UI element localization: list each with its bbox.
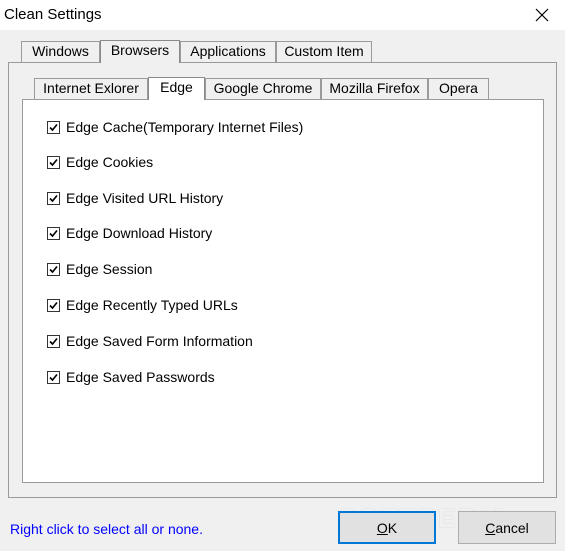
option-edge-recently-typed-urls[interactable]: Edge Recently Typed URLs xyxy=(47,296,238,314)
option-edge-saved-passwords[interactable]: Edge Saved Passwords xyxy=(47,368,215,386)
option-label: Edge Session xyxy=(66,261,153,277)
checkmark-icon xyxy=(49,194,58,202)
close-icon xyxy=(535,8,549,22)
checkbox[interactable] xyxy=(47,191,60,205)
option-edge-cache[interactable]: Edge Cache(Temporary Internet Files) xyxy=(47,118,303,136)
status-hint: Right click to select all or none. xyxy=(10,521,203,537)
option-label: Edge Cache(Temporary Internet Files) xyxy=(66,119,304,135)
title-bar: Clean Settings xyxy=(0,0,565,30)
tab-custom-item[interactable]: Custom Item xyxy=(276,41,372,62)
checkmark-icon xyxy=(49,265,58,273)
option-label: Edge Download History xyxy=(66,225,213,241)
option-edge-visited-url-history[interactable]: Edge Visited URL History xyxy=(47,189,223,207)
tab-opera[interactable]: Opera xyxy=(428,78,489,99)
option-label: Edge Saved Form Information xyxy=(66,333,253,349)
checkbox[interactable] xyxy=(47,262,60,276)
tab-mozilla-firefox[interactable]: Mozilla Firefox xyxy=(321,78,428,99)
window-title: Clean Settings xyxy=(4,6,102,23)
cancel-mnemonic: C xyxy=(485,519,496,536)
checkbox[interactable] xyxy=(47,298,60,312)
cancel-button[interactable]: Cancel xyxy=(458,511,556,544)
tab-windows[interactable]: Windows xyxy=(21,41,100,62)
checkmark-icon xyxy=(49,229,58,237)
option-label: Edge Visited URL History xyxy=(66,190,224,206)
ok-button[interactable]: OK xyxy=(338,511,436,544)
option-label: Edge Recently Typed URLs xyxy=(66,297,238,313)
checkmark-icon xyxy=(49,337,58,345)
ok-mnemonic: O xyxy=(376,519,388,536)
option-edge-session[interactable]: Edge Session xyxy=(47,260,152,278)
option-edge-cookies[interactable]: Edge Cookies xyxy=(47,153,153,171)
checkmark-icon xyxy=(49,123,58,131)
cancel-label-rest: ancel xyxy=(495,519,529,536)
tab-internet-explorer[interactable]: Internet Exlorer xyxy=(34,78,148,99)
tab-edge[interactable]: Edge xyxy=(148,77,205,100)
checkmark-icon xyxy=(49,301,58,309)
tab-applications[interactable]: Applications xyxy=(180,41,276,62)
checkbox[interactable] xyxy=(47,334,60,348)
checkbox[interactable] xyxy=(47,120,60,134)
checkbox[interactable] xyxy=(47,226,60,240)
checkbox[interactable] xyxy=(47,155,60,169)
ok-label-rest: K xyxy=(387,519,398,536)
checkmark-icon xyxy=(49,373,58,381)
option-edge-saved-form-information[interactable]: Edge Saved Form Information xyxy=(47,332,253,350)
option-label: Edge Cookies xyxy=(66,154,154,170)
option-edge-download-history[interactable]: Edge Download History xyxy=(47,224,212,242)
checkbox[interactable] xyxy=(47,370,60,384)
tab-google-chrome[interactable]: Google Chrome xyxy=(205,78,321,99)
checkmark-icon xyxy=(49,158,58,166)
close-button[interactable] xyxy=(519,0,565,30)
tab-browsers[interactable]: Browsers xyxy=(100,40,180,63)
option-label: Edge Saved Passwords xyxy=(66,369,215,385)
